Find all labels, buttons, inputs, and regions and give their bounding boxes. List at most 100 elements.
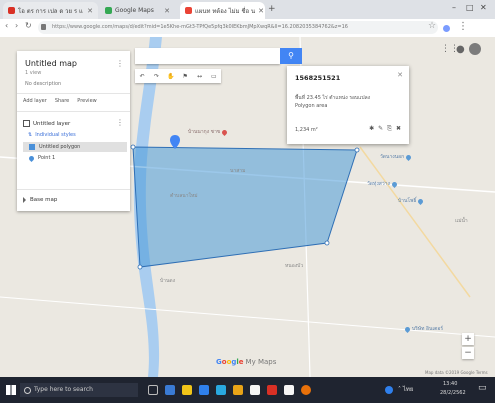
taskbar-app-icon[interactable] bbox=[250, 385, 260, 395]
network-icon[interactable] bbox=[385, 386, 393, 394]
area-label: หนองบัว bbox=[285, 263, 304, 269]
avatar[interactable] bbox=[469, 43, 481, 55]
map-place-pin[interactable]: บริษัท อินเตอร์ bbox=[403, 325, 444, 333]
zoom-in-button[interactable]: + bbox=[462, 333, 474, 345]
maximize-button[interactable]: □ bbox=[466, 3, 474, 12]
layer-style-label: Individual styles bbox=[35, 132, 76, 138]
map-title[interactable]: Untitled map bbox=[25, 59, 77, 68]
preview-button[interactable]: Preview bbox=[77, 98, 96, 104]
tab-close-icon[interactable]: ✕ bbox=[87, 7, 93, 15]
vertex-handle bbox=[324, 240, 330, 246]
layer-checkbox[interactable] bbox=[23, 120, 30, 127]
search-button[interactable]: ⚲ bbox=[280, 48, 302, 64]
close-icon[interactable]: ✕ bbox=[397, 71, 403, 79]
taskbar-search-input[interactable]: Type here to search bbox=[20, 383, 138, 397]
layer-name[interactable]: Untitled layer bbox=[33, 121, 70, 127]
extension-icon[interactable] bbox=[443, 25, 450, 32]
taskbar-app-icon[interactable] bbox=[284, 385, 294, 395]
map-place-pin[interactable]: วัดทุ่งสว่าง bbox=[367, 180, 398, 188]
tab-favicon-icon bbox=[185, 7, 192, 14]
base-map-toggle[interactable]: Base map bbox=[23, 197, 57, 203]
forward-arrow-icon[interactable]: › bbox=[15, 21, 18, 30]
copy-icon[interactable]: ⎘ bbox=[387, 125, 392, 133]
lock-icon bbox=[41, 24, 46, 30]
tab-close-icon[interactable]: ✕ bbox=[258, 7, 264, 15]
zoom-out-button[interactable]: − bbox=[462, 347, 474, 359]
map-options-icon[interactable]: ⋮ bbox=[116, 59, 124, 68]
measure-icon[interactable]: ▭ bbox=[209, 73, 219, 80]
browser-tab[interactable]: Google Maps ✕ bbox=[100, 2, 175, 19]
layer-options-icon[interactable]: ⋮ bbox=[116, 118, 124, 127]
url-field[interactable]: https://www.google.com/maps/d/edit?mid=1… bbox=[38, 21, 438, 34]
popup-measure: 1,234 m² bbox=[295, 127, 318, 133]
popup-description: Polygon area bbox=[295, 103, 328, 109]
point-marker-icon bbox=[27, 154, 36, 162]
map-actions: Add layer Share Preview bbox=[23, 98, 97, 104]
hand-icon[interactable]: ✋ bbox=[166, 73, 176, 80]
taskbar-app-icon[interactable] bbox=[233, 385, 243, 395]
back-arrow-icon[interactable]: ‹ bbox=[5, 21, 8, 30]
base-map-label: Base map bbox=[30, 197, 58, 203]
delete-icon[interactable]: ✖ bbox=[396, 125, 401, 133]
search-icon: ⚲ bbox=[288, 51, 294, 60]
draw-line-icon[interactable]: ↔ bbox=[194, 73, 204, 80]
map-place-pin[interactable]: วัดนางนอก bbox=[380, 153, 413, 161]
popup-title: 1568251521 bbox=[295, 74, 341, 82]
tab-close-icon[interactable]: ✕ bbox=[164, 7, 170, 15]
redo-icon[interactable]: ↷ bbox=[151, 73, 161, 80]
vertex-handle bbox=[137, 264, 143, 270]
divider bbox=[17, 93, 130, 94]
reload-icon[interactable]: ↻ bbox=[25, 21, 32, 30]
tray-icons[interactable]: ˄ ไทย bbox=[398, 384, 413, 394]
browser-tab-active[interactable]: แผนท ทต้อง ไม่ม ชื่อ น ✕ bbox=[180, 2, 265, 19]
popup-tools: ✱ ✎ ⎘ ✖ bbox=[369, 125, 401, 133]
file-explorer-icon[interactable] bbox=[182, 385, 192, 395]
map-attribution[interactable]: Map data ©2019 Google Terms bbox=[425, 370, 488, 375]
new-tab-button[interactable]: + bbox=[268, 4, 276, 14]
edge-browser-icon[interactable] bbox=[199, 385, 209, 395]
layer-style-link[interactable]: ⇅ Individual styles bbox=[28, 132, 76, 138]
taskbar-app-icon[interactable] bbox=[267, 385, 277, 395]
browser-menu-icon[interactable]: ⋮ bbox=[458, 21, 468, 32]
layer-header[interactable]: Untitled layer bbox=[23, 120, 70, 127]
vertex-handle bbox=[130, 144, 136, 150]
feature-row-polygon[interactable]: Untitled polygon bbox=[23, 142, 127, 152]
windows-taskbar: Type here to search ˄ ไทย 13:40 28/2/256… bbox=[0, 377, 495, 403]
place-marker-icon bbox=[390, 180, 398, 188]
feature-row-point[interactable]: Point 1 bbox=[23, 153, 127, 163]
add-layer-button[interactable]: Add layer bbox=[23, 98, 47, 104]
settings-icon[interactable]: ● bbox=[456, 44, 465, 55]
chrome-icon[interactable] bbox=[301, 385, 311, 395]
area-label: บ้านดง bbox=[160, 278, 176, 284]
place-name: วัดทุ่งสว่าง bbox=[367, 181, 390, 187]
minimize-button[interactable]: – bbox=[452, 3, 456, 12]
taskbar-app-icon[interactable] bbox=[165, 385, 175, 395]
add-marker-icon[interactable]: ⚑ bbox=[180, 73, 190, 80]
browser-tab[interactable]: โอ ตร การ เปล ด วย ร แ ✕ bbox=[3, 2, 98, 19]
place-name: บริษัท อินเตอร์ bbox=[412, 326, 444, 332]
close-window-button[interactable]: ✕ bbox=[480, 3, 487, 12]
windows-start-icon[interactable] bbox=[6, 385, 16, 395]
notification-icon[interactable]: ▭ bbox=[478, 383, 487, 393]
place-marker-icon bbox=[221, 128, 229, 136]
tab-label: Google Maps bbox=[115, 7, 154, 14]
map-place-pin[interactable]: บ้านโพธิ์ bbox=[398, 197, 425, 205]
clock-date[interactable]: 28/2/2562 bbox=[440, 390, 466, 396]
bookmark-star-icon[interactable]: ☆ bbox=[428, 21, 436, 31]
feature-name: Untitled polygon bbox=[39, 144, 81, 150]
map-place-pin[interactable]: บ้านนากุง ชาข bbox=[188, 128, 229, 136]
style-icon[interactable]: ✱ bbox=[369, 125, 374, 133]
edit-icon[interactable]: ✎ bbox=[378, 125, 383, 133]
share-button[interactable]: Share bbox=[55, 98, 69, 104]
store-icon[interactable] bbox=[216, 385, 226, 395]
tab-favicon-icon bbox=[8, 7, 15, 14]
search-input[interactable] bbox=[135, 48, 280, 64]
selected-point-icon bbox=[170, 135, 180, 149]
task-view-icon[interactable] bbox=[148, 385, 158, 395]
area-label: นาสาม bbox=[230, 168, 246, 174]
undo-icon[interactable]: ↶ bbox=[137, 73, 147, 80]
map-description[interactable]: No description bbox=[25, 81, 61, 87]
place-marker-icon bbox=[417, 197, 425, 205]
popup-description: พื้นที่ 23.45 ไร่ ตำแหน่ง รอบแปลง bbox=[295, 95, 371, 101]
clock-time[interactable]: 13:40 bbox=[443, 381, 457, 387]
